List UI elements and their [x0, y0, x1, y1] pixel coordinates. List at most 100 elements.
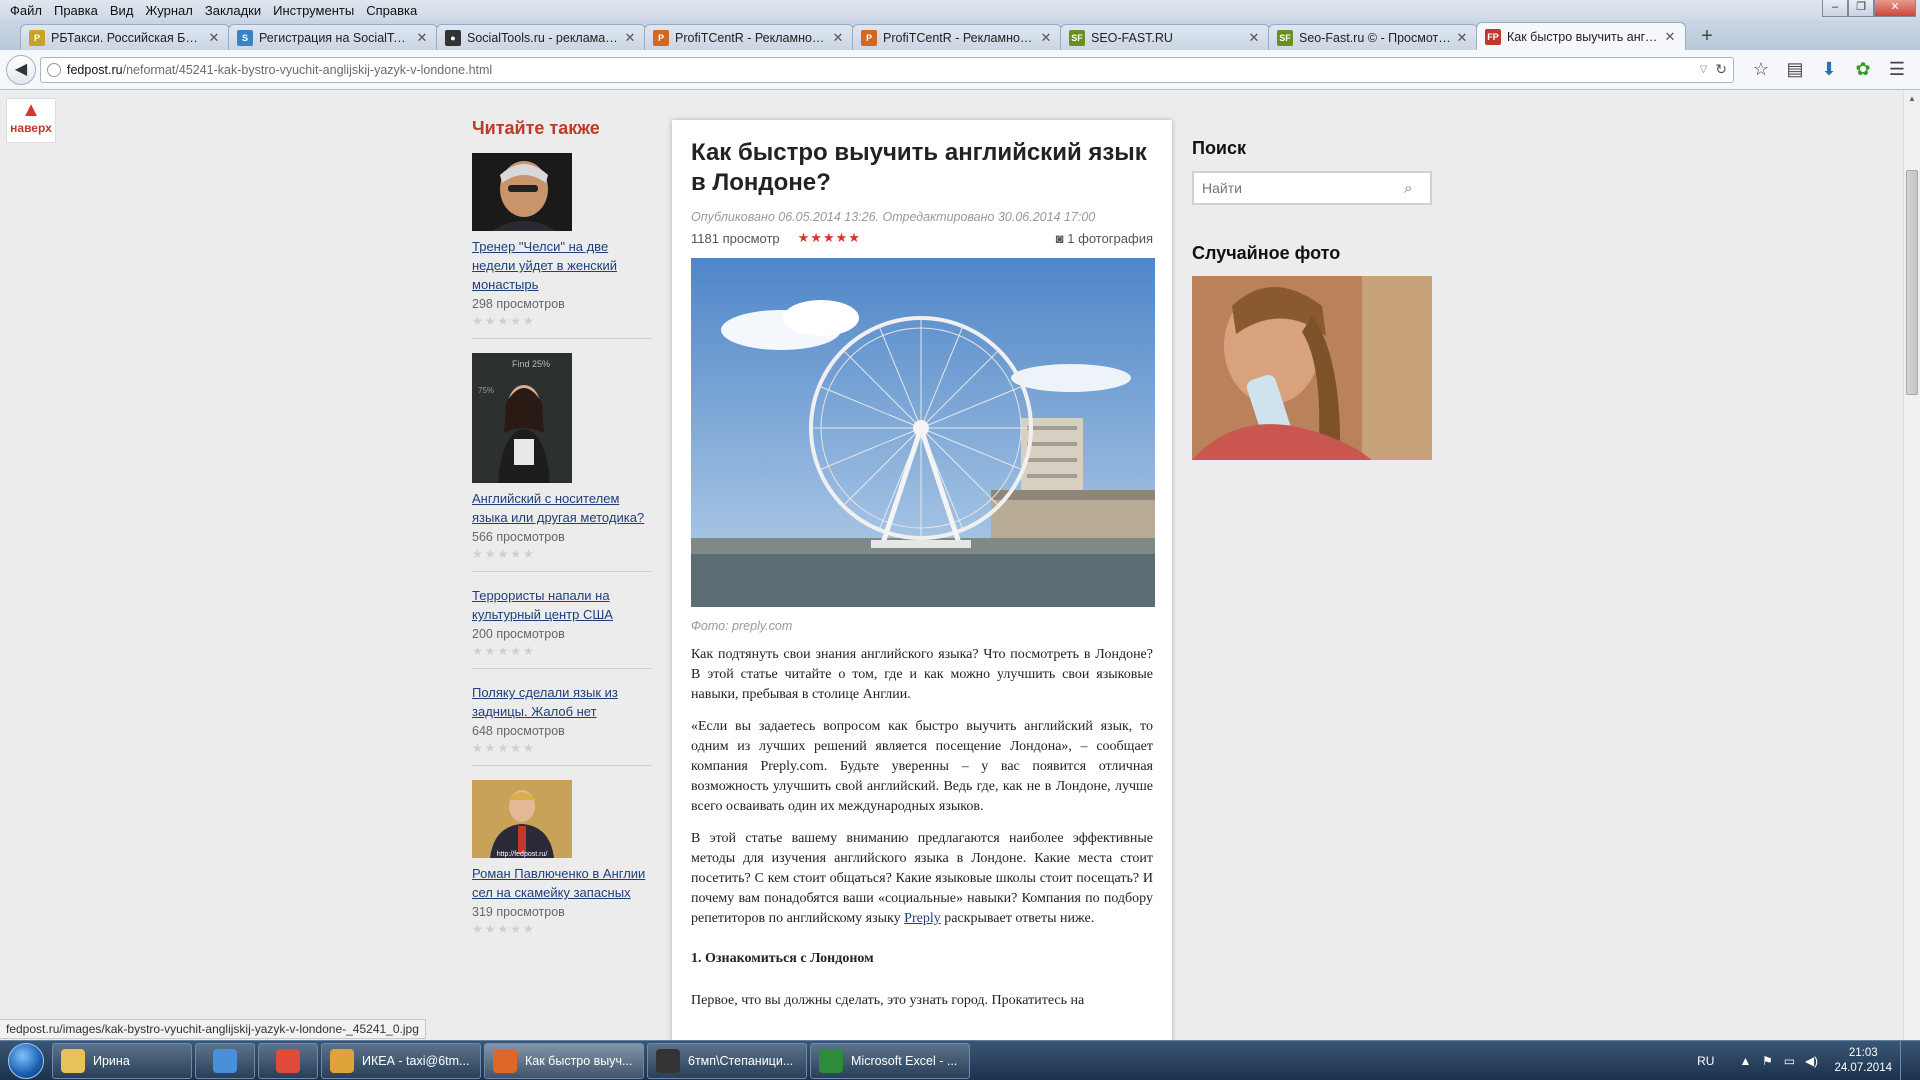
random-photo-heading: Случайное фото	[1192, 243, 1341, 263]
related-rating[interactable]: ★★★★★	[472, 741, 652, 755]
nav-bar: ◀ fedpost.ru /neformat/45241-kak-bystro-…	[0, 50, 1920, 90]
site-identity-icon[interactable]	[47, 62, 61, 77]
search-icon[interactable]: ⌕	[1404, 180, 1422, 197]
taskbar-button[interactable]: 6тмп\Степаници...	[647, 1042, 807, 1079]
taskbar-button[interactable]	[258, 1042, 318, 1079]
clock[interactable]: 21:03 24.07.2014	[1834, 1046, 1892, 1076]
article-main-photo[interactable]	[691, 258, 1155, 607]
preply-link[interactable]: Preply	[904, 911, 941, 926]
page-scrollbar[interactable]: ▲	[1903, 90, 1920, 1040]
menu-view[interactable]: Вид	[104, 3, 140, 18]
language-indicator[interactable]: RU	[1697, 1054, 1714, 1068]
related-link[interactable]: Английский с носителем языка или другая …	[472, 489, 652, 527]
tab-close-icon[interactable]: ✕	[1039, 30, 1053, 46]
show-hidden-icons-icon[interactable]: ▲	[1736, 1054, 1754, 1068]
url-history-dropdown-icon[interactable]: ▽	[1700, 64, 1708, 75]
related-link[interactable]: Роман Павлюченко в Англии сел на скамейк…	[472, 864, 652, 902]
menu-bookmarks[interactable]: Закладки	[199, 3, 267, 18]
browser-tab[interactable]: SF SEO-FAST.RU ✕	[1060, 24, 1270, 50]
tab-title: ProfiTCentR - Рекламное ...	[883, 30, 1035, 45]
article-paragraph: Как подтянуть свои знания английского яз…	[691, 647, 1153, 702]
network-icon[interactable]: ▭	[1780, 1054, 1798, 1068]
tab-title: ProfiTCentR - Рекламное ...	[675, 30, 827, 45]
related-rating[interactable]: ★★★★★	[472, 922, 652, 936]
browser-tab[interactable]: P ProfiTCentR - Рекламное ... ✕	[852, 24, 1062, 50]
menu-history[interactable]: Журнал	[139, 3, 198, 18]
volume-icon[interactable]: ◀)	[1802, 1054, 1820, 1068]
address-bar[interactable]: fedpost.ru /neformat/45241-kak-bystro-vy…	[40, 56, 1734, 83]
menu-edit[interactable]: Правка	[48, 3, 104, 18]
tab-close-icon[interactable]: ✕	[1455, 30, 1469, 46]
taskbar-button[interactable]	[195, 1042, 255, 1079]
action-center-flag-icon[interactable]: ⚑	[1758, 1054, 1776, 1068]
article-photos[interactable]: ◙ 1 фотография	[1056, 231, 1153, 246]
tab-close-icon[interactable]: ✕	[831, 30, 845, 46]
search-input[interactable]	[1202, 180, 1404, 196]
related-views: 319 просмотров	[472, 905, 565, 919]
tab-close-icon[interactable]: ✕	[1663, 29, 1677, 45]
extension-icon[interactable]: ✿	[1846, 59, 1880, 80]
related-item: Поляку сделали язык из задницы. Жалоб не…	[472, 683, 652, 766]
related-rating[interactable]: ★★★★★	[472, 314, 652, 328]
tab-title: Как быстро выучить англ...	[1507, 29, 1659, 44]
windows-logo-icon	[8, 1042, 44, 1079]
taskbar-app-icon	[61, 1048, 85, 1073]
minimize-button[interactable]: –	[1822, 0, 1848, 17]
taskbar-label: Ирина	[93, 1053, 130, 1068]
article-paragraph: В этой статье вашему вниманию предлагают…	[691, 829, 1153, 929]
menu-file[interactable]: Файл	[4, 3, 48, 18]
random-photo[interactable]	[1192, 276, 1432, 460]
taskbar-button[interactable]: Как быстро выуч...	[484, 1042, 644, 1079]
search-heading: Поиск	[1192, 138, 1247, 158]
browser-tab[interactable]: SF Seo-Fast.ru © - Просмотр... ✕	[1268, 24, 1478, 50]
back-to-top-label: наверх	[10, 121, 52, 135]
back-to-top-button[interactable]: ▲ наверх	[6, 98, 56, 143]
menu-tools[interactable]: Инструменты	[267, 3, 360, 18]
related-link[interactable]: Террористы напали на культурный центр СШ…	[472, 586, 652, 624]
taskbar-button[interactable]: Ирина	[52, 1042, 192, 1079]
browser-tab[interactable]: Р РБТакси. Российская Бир... ✕	[20, 24, 230, 50]
browser-tab[interactable]: S Регистрация на SocialTool... ✕	[228, 24, 438, 50]
bookmarks-list-icon[interactable]: ▤	[1778, 59, 1812, 80]
right-sidebar: Поиск ⌕ Случайное фото	[1192, 138, 1432, 460]
related-link[interactable]: Тренер "Челси" на две недели уйдет в жен…	[472, 237, 652, 294]
related-rating[interactable]: ★★★★★	[472, 547, 652, 561]
menu-hamburger-icon[interactable]: ☰	[1880, 59, 1914, 80]
menu-help[interactable]: Справка	[360, 3, 423, 18]
browser-tab[interactable]: P ProfiTCentR - Рекламное ... ✕	[644, 24, 854, 50]
toolbar-icons: ☆ ▤ ⬇ ✿ ☰	[1744, 59, 1914, 80]
start-button[interactable]	[0, 1041, 52, 1080]
close-window-button[interactable]: ✕	[1874, 0, 1916, 17]
new-tab-button[interactable]: +	[1694, 24, 1720, 50]
related-link[interactable]: Поляку сделали язык из задницы. Жалоб не…	[472, 683, 652, 721]
article-photos-count: 1 фотография	[1067, 230, 1153, 246]
back-button[interactable]: ◀	[6, 54, 36, 85]
tab-favicon-icon: P	[861, 29, 877, 46]
scroll-up-icon[interactable]: ▲	[1904, 90, 1920, 107]
tab-favicon-icon: S	[237, 29, 253, 46]
show-desktop-button[interactable]	[1900, 1040, 1912, 1080]
article-rating[interactable]: ★★★★★	[798, 230, 861, 246]
tab-close-icon[interactable]: ✕	[415, 30, 429, 46]
download-icon[interactable]: ⬇	[1812, 59, 1846, 80]
tab-close-icon[interactable]: ✕	[1247, 30, 1261, 46]
bookmark-star-icon[interactable]: ☆	[1744, 59, 1778, 80]
tab-close-icon[interactable]: ✕	[623, 30, 637, 46]
related-rating[interactable]: ★★★★★	[472, 644, 652, 658]
related-thumbnail[interactable]	[472, 153, 572, 231]
browser-tab[interactable]: FP Как быстро выучить англ... ✕	[1476, 22, 1686, 50]
tab-close-icon[interactable]: ✕	[207, 30, 221, 46]
taskbar-button[interactable]: Microsoft Excel - ...	[810, 1042, 970, 1079]
url-path: /neformat/45241-kak-bystro-vyuchit-angli…	[122, 62, 493, 77]
related-thumbnail[interactable]: Find 25% 75%	[472, 353, 572, 483]
london-eye-photo	[691, 258, 1155, 607]
related-thumbnail[interactable]: http://fedpost.ru/	[472, 780, 572, 858]
taskbar-button[interactable]: ИКЕА - taxi@6tm...	[321, 1042, 481, 1079]
maximize-button[interactable]: ❐	[1848, 0, 1874, 17]
up-arrow-icon: ▲	[21, 99, 41, 121]
browser-tab[interactable]: ● SocialTools.ru - реклама в... ✕	[436, 24, 646, 50]
scrollbar-thumb[interactable]	[1906, 170, 1918, 395]
related-item: http://fedpost.ru/ Роман Павлюченко в Ан…	[472, 780, 652, 946]
reload-icon[interactable]: ↻	[1715, 61, 1727, 78]
tab-favicon-icon: P	[653, 29, 669, 46]
